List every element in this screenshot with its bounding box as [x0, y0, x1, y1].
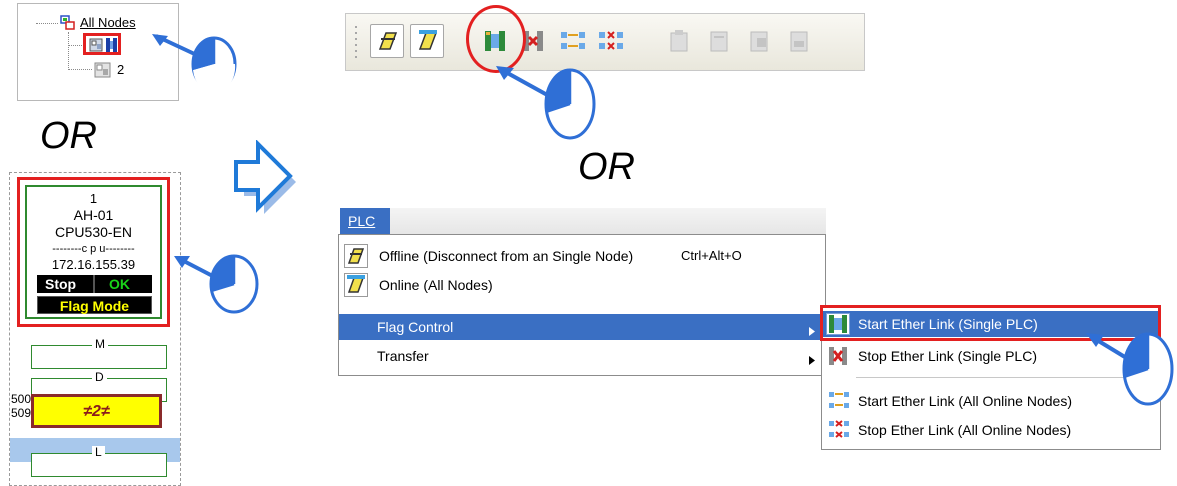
memory-label-m: M — [92, 338, 108, 351]
disabled-tool-icon — [789, 29, 809, 58]
node-cpu: CPU530-EN — [54, 224, 133, 240]
node-card: 1 AH-01 CPU530-EN --------c p u-------- … — [25, 185, 162, 319]
disabled-tool-button-4[interactable] — [782, 24, 816, 58]
hand-cursor-icon — [148, 30, 240, 97]
online-icon — [344, 273, 368, 300]
stop-all-link-icon — [598, 31, 624, 56]
offline-icon — [344, 244, 368, 271]
memory-label-l: L — [92, 446, 105, 459]
stop-ether-link-icon — [826, 345, 850, 370]
range-start-label: 500 — [11, 392, 32, 406]
or-label: OR — [40, 115, 97, 157]
disabled-tool-icon — [709, 29, 729, 58]
memory-label-d: D — [92, 371, 107, 384]
status-bar: Stop OK — [37, 275, 152, 293]
menu-item-transfer-label: Transfer — [377, 348, 429, 364]
or-label: OR — [578, 146, 635, 188]
network-node-panel: 1 AH-01 CPU530-EN --------c p u-------- … — [9, 172, 181, 486]
start-ether-link-all-button[interactable] — [556, 24, 590, 58]
node-card-highlight[interactable]: 1 AH-01 CPU530-EN --------c p u-------- … — [17, 177, 170, 327]
status-stop-label: Stop — [45, 276, 77, 292]
submenu-stop-ether-link-single-label: Stop Ether Link (Single PLC) — [858, 348, 1037, 364]
menu-item-offline-label: Offline (Disconnect from an Single Node) — [379, 248, 634, 264]
flag-mode-badge: Flag Mode — [37, 296, 152, 314]
hand-cursor-icon — [1082, 323, 1177, 418]
disabled-tool-icon — [669, 29, 689, 58]
menu-item-online-label: Online (All Nodes) — [379, 277, 493, 293]
offline-button[interactable] — [370, 24, 404, 58]
plc-menu-dropdown: Offline (Disconnect from an Single Node)… — [338, 234, 826, 376]
submenu-stop-ether-link-all-label: Stop Ether Link (All Online Nodes) — [858, 422, 1072, 438]
node-ip: 172.16.155.39 — [51, 257, 136, 272]
link-badge-label: ≠2≠ — [83, 403, 110, 420]
menu-bar: PLC — [340, 208, 826, 234]
node-model: AH-01 — [73, 207, 114, 223]
tree-connector — [36, 23, 58, 24]
hand-cursor-icon — [488, 62, 598, 151]
right-arrow-icon — [226, 139, 298, 221]
range-end-label: 509 — [11, 406, 32, 420]
disabled-tool-button-3[interactable] — [742, 24, 776, 58]
menu-item-offline-shortcut: Ctrl+Alt+O — [681, 248, 742, 263]
tree-connector — [68, 69, 92, 70]
submenu-start-ether-link-all-label: Start Ether Link (All Online Nodes) — [858, 393, 1072, 409]
flag-mode-label: Flag Mode — [59, 298, 130, 314]
start-all-link-icon — [560, 31, 586, 56]
tree-root-label[interactable]: All Nodes — [80, 15, 136, 30]
menu-item-online[interactable]: Online (All Nodes) — [339, 272, 825, 298]
plc-node-icon — [89, 38, 103, 57]
start-all-link-icon — [828, 391, 850, 414]
disabled-tool-button-2[interactable] — [702, 24, 736, 58]
menu-plc-label: PLC — [348, 213, 376, 229]
toolbar — [345, 13, 865, 71]
disabled-tool-icon — [749, 29, 769, 58]
tree-child-label[interactable]: 2 — [117, 62, 124, 77]
plc-node-icon[interactable] — [94, 61, 112, 84]
tree-connector — [68, 45, 84, 46]
menu-item-offline[interactable]: Offline (Disconnect from an Single Node)… — [339, 243, 825, 269]
status-divider — [93, 275, 95, 293]
disabled-tool-button-1[interactable] — [662, 24, 696, 58]
submenu-arrow-icon — [809, 323, 815, 339]
memory-block-l[interactable]: L — [31, 446, 167, 477]
submenu-arrow-icon — [809, 352, 815, 368]
ether-link-range-badge[interactable]: ≠2≠ — [31, 394, 162, 428]
cpu-divider: --------c p u-------- — [52, 243, 135, 255]
online-button[interactable] — [410, 24, 444, 58]
node-number: 1 — [89, 191, 98, 206]
stop-ether-link-all-button[interactable] — [594, 24, 628, 58]
submenu-stop-ether-link-all[interactable]: Stop Ether Link (All Online Nodes) — [822, 417, 1160, 443]
status-ok-label: OK — [109, 276, 130, 292]
hand-cursor-icon — [170, 246, 262, 323]
tree-connector — [68, 32, 69, 70]
menu-plc[interactable]: PLC — [340, 208, 390, 234]
online-icon — [416, 29, 440, 58]
toolbar-grip — [355, 26, 359, 63]
menu-item-transfer[interactable]: Transfer — [339, 343, 825, 369]
stop-all-link-icon — [828, 420, 850, 443]
menu-item-flag-control-label: Flag Control — [377, 319, 454, 335]
offline-icon — [376, 29, 400, 58]
tree-node-1-highlight[interactable] — [83, 33, 121, 55]
menu-item-flag-control[interactable]: Flag Control — [339, 314, 825, 340]
memory-block-m[interactable]: M — [31, 338, 167, 369]
ether-link-status-icon — [105, 37, 119, 58]
